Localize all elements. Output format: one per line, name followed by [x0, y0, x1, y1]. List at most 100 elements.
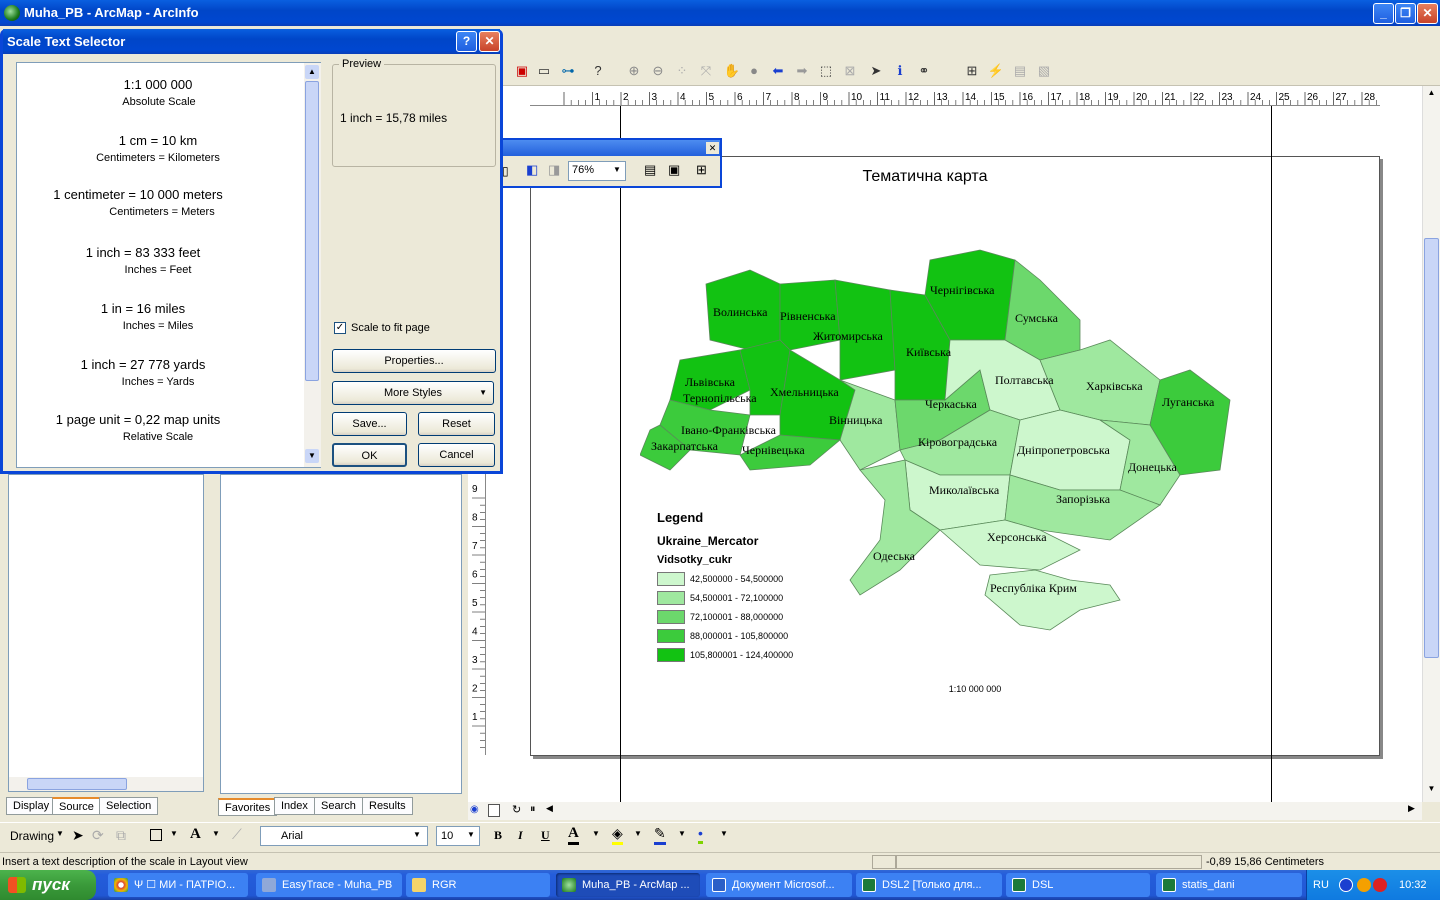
task-button[interactable]: DSL	[1006, 873, 1150, 897]
change-layout-icon[interactable]: ⊞	[696, 162, 707, 178]
model-icon[interactable]: ⊶	[559, 62, 577, 80]
select-elements-icon[interactable]: ➤	[867, 62, 885, 80]
clear-selection-icon[interactable]: ⊠	[841, 62, 859, 80]
close-icon[interactable]: ✕	[706, 142, 719, 154]
properties-button[interactable]: Properties...	[332, 349, 496, 373]
scroll-up-icon[interactable]: ▲	[305, 65, 319, 79]
list-scrollbar[interactable]: ▲ ▼	[304, 63, 321, 467]
save-button[interactable]: Save...	[332, 412, 407, 436]
task-button[interactable]: Muha_PB - ArcMap ...	[556, 873, 700, 897]
scroll-down-icon[interactable]: ▼	[305, 449, 319, 463]
task-button[interactable]: Ψ ☐ МИ - ПАТРІО...	[108, 873, 248, 897]
identify-icon[interactable]: ℹ	[891, 62, 909, 80]
chevron-down-icon[interactable]: ▼	[678, 829, 686, 838]
scroll-right-icon[interactable]: ▶	[1408, 803, 1415, 814]
task-button[interactable]: Документ Microsof...	[706, 873, 852, 897]
tray-icon[interactable]	[1357, 878, 1371, 892]
next-extent-icon[interactable]: ◨	[548, 162, 560, 178]
scroll-left-icon[interactable]: ◀	[546, 803, 553, 814]
edit-vertices-icon[interactable]: ⟋	[232, 826, 242, 843]
html-popup-icon[interactable]: ▤	[1011, 62, 1029, 80]
measure-icon[interactable]: ⊞	[963, 62, 981, 80]
tab-results[interactable]: Results	[362, 797, 413, 815]
line-color-icon[interactable]: ✎	[654, 825, 666, 845]
tab-source[interactable]: Source	[52, 797, 101, 815]
tab-search[interactable]: Search	[314, 797, 363, 815]
scroll-thumb[interactable]	[305, 81, 319, 381]
window-icon[interactable]: ▭	[535, 62, 553, 80]
map-title[interactable]: Тематична карта	[760, 168, 1090, 186]
style-item[interactable]: 1 inch = 27 778 yards Inches = Yards	[17, 357, 299, 388]
rectangle-icon[interactable]	[150, 829, 162, 841]
zoom-percent-select[interactable]: 76% ▼	[568, 161, 626, 181]
tray-icon[interactable]	[1373, 878, 1387, 892]
help-button[interactable]: ?	[456, 31, 477, 52]
layout-view-icon[interactable]	[488, 804, 500, 817]
ok-button[interactable]: OK	[332, 443, 407, 467]
start-button[interactable]: пуск	[0, 870, 96, 900]
tray-icon[interactable]	[1339, 878, 1353, 892]
font-color-icon[interactable]: A	[568, 825, 579, 845]
reset-button[interactable]: Reset	[418, 412, 495, 436]
hyperlink-icon[interactable]: ⚡	[987, 62, 1005, 80]
task-button[interactable]: RGR	[406, 873, 550, 897]
scroll-thumb[interactable]	[1424, 238, 1439, 658]
focus-data-frame-icon[interactable]: ▣	[668, 162, 680, 178]
full-extent-icon[interactable]: ●	[745, 62, 763, 80]
toggle-draft-icon[interactable]: ▤	[644, 162, 656, 178]
scale-to-fit-checkbox[interactable]: ✓	[334, 322, 346, 334]
minimize-button[interactable]: _	[1373, 3, 1394, 24]
style-item[interactable]: 1 in = 16 miles Inches = Miles	[17, 301, 299, 332]
region-polygon[interactable]	[984, 569, 1121, 631]
style-item[interactable]: 1 cm = 10 km Centimeters = Kilometers	[17, 133, 299, 164]
scale-style-list[interactable]: 1:1 000 000 Absolute Scale 1 cm = 10 km …	[16, 62, 321, 468]
select-pointer-icon[interactable]: ➤	[72, 827, 84, 844]
underline-icon[interactable]: U	[541, 828, 550, 843]
drawing-menu[interactable]: Drawing	[10, 829, 54, 843]
task-button[interactable]: DSL2 [Только для...	[856, 873, 1002, 897]
toc-hscrollbar[interactable]	[9, 777, 203, 791]
zoom-in-icon[interactable]: ⊕	[625, 62, 643, 80]
chevron-down-icon[interactable]: ▼	[592, 829, 600, 838]
tab-index[interactable]: Index	[274, 797, 315, 815]
chevron-down-icon[interactable]: ▼	[170, 829, 178, 838]
scroll-down-icon[interactable]: ▼	[1424, 784, 1439, 799]
language-indicator[interactable]: RU	[1313, 870, 1329, 900]
scroll-up-icon[interactable]: ▲	[1424, 88, 1439, 103]
select-features-icon[interactable]: ⬚	[817, 62, 835, 80]
tooltip-icon[interactable]: ▧	[1035, 62, 1053, 80]
fixed-zoom-out-icon[interactable]: ⤧	[697, 62, 715, 80]
text-tool-icon[interactable]: A	[190, 826, 201, 843]
style-item[interactable]: 1 centimeter = 10 000 meters Centimeters…	[17, 187, 299, 218]
chevron-down-icon[interactable]: ▼	[634, 829, 642, 838]
font-select[interactable]: Arial ▼	[260, 826, 428, 846]
italic-icon[interactable]: I	[518, 828, 523, 843]
style-item[interactable]: 1:1 000 000 Absolute Scale	[17, 77, 299, 108]
task-button[interactable]: statis_dani	[1156, 873, 1302, 897]
previous-extent-icon[interactable]: ◧	[526, 162, 538, 178]
chevron-down-icon[interactable]: ▼	[212, 829, 220, 838]
legend-classes[interactable]: 42,500000 - 54,500000 54,500001 - 72,100…	[657, 572, 837, 667]
restore-button[interactable]: ❐	[1395, 3, 1416, 24]
table-of-contents[interactable]	[8, 474, 204, 792]
font-size-select[interactable]: 10 ▼	[436, 826, 480, 846]
back-arrow-icon[interactable]: ⬅	[769, 62, 787, 80]
cancel-button[interactable]: Cancel	[418, 443, 495, 467]
pan-hand-icon[interactable]: ✋	[723, 62, 741, 80]
close-window-button[interactable]: ✕	[1417, 3, 1438, 24]
more-styles-button[interactable]: More Styles ▼	[332, 381, 494, 405]
task-button[interactable]: EasyTrace - Muha_PB	[256, 873, 402, 897]
chevron-down-icon[interactable]: ▼	[56, 829, 64, 838]
region-polygon[interactable]	[1004, 259, 1081, 361]
tab-favorites[interactable]: Favorites	[218, 798, 278, 816]
zoom-whole-page-icon[interactable]: ⧉	[116, 827, 126, 844]
tab-selection[interactable]: Selection	[99, 797, 159, 815]
chevron-down-icon[interactable]: ▼	[720, 829, 728, 838]
vertical-scrollbar[interactable]: ▲ ▼	[1422, 86, 1440, 802]
pause-icon[interactable]: ⏸	[530, 803, 536, 816]
forward-arrow-icon[interactable]: ➡	[793, 62, 811, 80]
find-binoculars-icon[interactable]: ⚭	[915, 62, 933, 80]
tab-display[interactable]: Display	[6, 797, 57, 815]
arctoolbox-icon[interactable]: ▣	[513, 62, 531, 80]
dialog-close-button[interactable]: ✕	[479, 31, 500, 52]
